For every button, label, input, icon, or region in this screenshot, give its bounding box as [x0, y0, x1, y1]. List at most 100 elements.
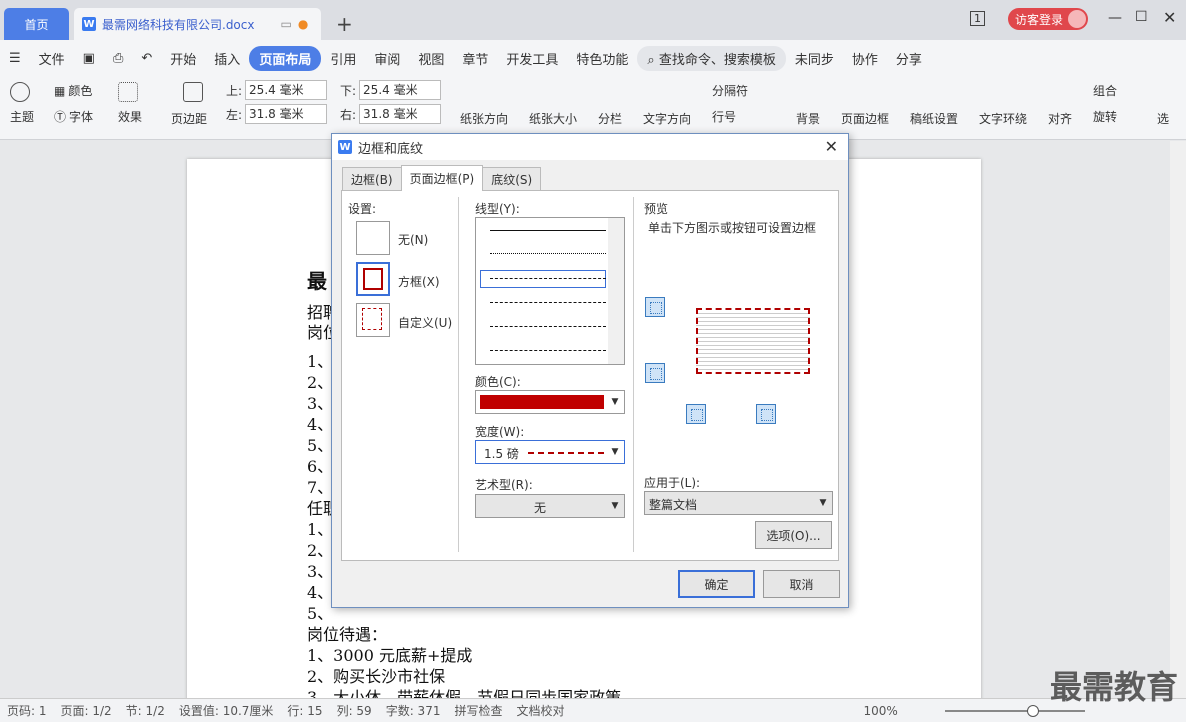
preview-top-border-button[interactable]: [645, 297, 665, 317]
page-border-panel: 设置: 无(N) 方框(X) 自定义(U) 线型(Y): 颜色(C): ▼ 宽度…: [341, 190, 839, 561]
line-style-dash-dot-dot[interactable]: [490, 350, 606, 351]
proofread-button[interactable]: 文档校对: [509, 702, 571, 719]
hamburger-icon[interactable]: ☰: [0, 51, 30, 66]
menu-item-developer[interactable]: 开发工具: [497, 49, 567, 68]
status-word-count[interactable]: 字数: 371: [379, 702, 448, 719]
setting-box-icon[interactable]: [356, 262, 390, 296]
line-style-list[interactable]: [475, 217, 625, 365]
print-icon[interactable]: ⎙: [104, 51, 132, 66]
new-tab-button[interactable]: +: [336, 12, 353, 36]
menu-item-home[interactable]: 开始: [161, 49, 205, 68]
border-preview[interactable]: [696, 308, 810, 374]
align-button[interactable]: 对齐: [1048, 110, 1072, 127]
theme-button[interactable]: 主题: [10, 108, 34, 125]
login-button[interactable]: 访客登录: [1008, 8, 1088, 30]
text-direction-button[interactable]: 文字方向: [643, 110, 691, 127]
line-number-button[interactable]: 行号: [712, 108, 736, 125]
divider: [458, 197, 459, 552]
menu-bar: ☰ 文件 ▣ ⎙ ↶ 开始 插入 页面布局 引用 审阅 视图 章节 开发工具 特…: [0, 40, 1186, 76]
preview-hint: 单击下方图示或按钮可设置边框: [648, 221, 817, 235]
page-indicator[interactable]: 1: [970, 11, 985, 26]
grid-paper-button[interactable]: 稿纸设置: [910, 110, 958, 127]
width-dropdown[interactable]: 1.5 磅 ▼: [475, 440, 625, 464]
save-icon[interactable]: ▣: [74, 51, 104, 66]
tab-shading[interactable]: 底纹(S): [482, 167, 542, 191]
left-margin-input[interactable]: 31.8 毫米: [245, 104, 328, 124]
menu-item-insert[interactable]: 插入: [205, 49, 249, 68]
close-window-button[interactable]: ✕: [1163, 8, 1176, 27]
font-button[interactable]: Ⓣ 字体: [54, 108, 93, 125]
preview-bottom-border-button[interactable]: [645, 363, 665, 383]
preview-right-border-button[interactable]: [756, 404, 776, 424]
cancel-button[interactable]: 取消: [763, 570, 840, 598]
menu-item-view[interactable]: 视图: [409, 49, 453, 68]
setting-custom-icon[interactable]: [356, 303, 390, 337]
top-margin-input[interactable]: 25.4 毫米: [245, 80, 328, 100]
zoom-slider[interactable]: [944, 704, 1085, 717]
line-style-dotted[interactable]: [490, 253, 606, 254]
vertical-scrollbar[interactable]: [1170, 141, 1186, 698]
minimize-button[interactable]: —: [1108, 10, 1122, 26]
top-margin-label: 上:: [226, 83, 243, 98]
line-style-dashed[interactable]: [490, 278, 606, 279]
share-button[interactable]: 分享: [887, 49, 931, 68]
setting-custom-label[interactable]: 自定义(U): [398, 314, 452, 331]
dialog-close-icon[interactable]: ✕: [825, 137, 838, 156]
rotate-button[interactable]: 旋转: [1093, 108, 1117, 125]
menu-item-review[interactable]: 审阅: [365, 49, 409, 68]
color-swatch: [480, 395, 604, 409]
select-button[interactable]: 选: [1157, 110, 1169, 127]
title-bar: 首页 W 最需网络科技有限公司.docx ▭ ● + 1 访客登录 — ☐ ✕: [0, 0, 1186, 40]
spell-check-button[interactable]: 拼写检查: [447, 702, 509, 719]
setting-none-icon[interactable]: [356, 221, 390, 255]
line-style-selected[interactable]: [480, 270, 606, 288]
zoom-slider-handle[interactable]: [1026, 704, 1039, 717]
color-button[interactable]: ▦ 颜色: [54, 82, 92, 99]
tab-borders[interactable]: 边框(B): [342, 167, 402, 191]
maximize-button[interactable]: ☐: [1135, 9, 1148, 25]
menu-file[interactable]: 文件: [30, 49, 74, 68]
right-margin-input[interactable]: 31.8 毫米: [359, 104, 442, 124]
setting-none-label[interactable]: 无(N): [398, 231, 428, 248]
font-icon: Ⓣ: [54, 110, 67, 124]
tab-document[interactable]: W 最需网络科技有限公司.docx ▭ ●: [74, 8, 321, 40]
effect-button[interactable]: 效果: [118, 108, 142, 125]
collaborate-button[interactable]: 协作: [843, 49, 887, 68]
tab-page-border[interactable]: 页面边框(P): [400, 165, 484, 191]
menu-item-page-layout[interactable]: 页面布局: [249, 45, 322, 71]
page-border-button[interactable]: 页面边框: [841, 110, 889, 127]
color-dropdown[interactable]: ▼: [475, 390, 625, 414]
margin-button[interactable]: 页边距: [171, 110, 207, 127]
bottom-margin-input[interactable]: 25.4 毫米: [359, 80, 442, 100]
setting-box-label[interactable]: 方框(X): [398, 273, 440, 290]
art-dropdown[interactable]: 无 ▼: [475, 494, 625, 518]
command-search-label: 查找命令、搜索模板: [658, 52, 776, 68]
line-style-scrollbar[interactable]: [608, 218, 624, 364]
group-button[interactable]: 组合: [1093, 82, 1117, 99]
text-wrap-button[interactable]: 文字环绕: [979, 110, 1027, 127]
zoom-level[interactable]: 100%: [857, 704, 905, 718]
paper-size-button[interactable]: 纸张大小: [529, 110, 577, 127]
tab-home[interactable]: 首页: [4, 8, 69, 40]
login-label: 访客登录: [1015, 12, 1064, 27]
orientation-button[interactable]: 纸张方向: [460, 110, 508, 127]
ok-button[interactable]: 确定: [678, 570, 755, 598]
chevron-down-icon: ▼: [819, 498, 827, 508]
menu-item-references[interactable]: 引用: [321, 49, 365, 68]
columns-button[interactable]: 分栏: [598, 110, 622, 127]
line-style-long-dash[interactable]: [490, 302, 606, 303]
sync-status[interactable]: 未同步: [786, 49, 843, 68]
menu-item-features[interactable]: 特色功能: [567, 49, 637, 68]
options-button[interactable]: 选项(O)...: [755, 521, 832, 549]
status-page-count: 页面: 1/2: [60, 704, 112, 718]
undo-icon[interactable]: ↶: [132, 51, 161, 66]
background-button[interactable]: 背景: [796, 110, 820, 127]
preview-left-border-button[interactable]: [686, 404, 706, 424]
apply-dropdown[interactable]: 整篇文档 ▼: [644, 491, 833, 515]
line-style-label: 线型(Y):: [475, 202, 520, 216]
line-style-solid[interactable]: [490, 230, 606, 231]
command-search[interactable]: ⌕ 查找命令、搜索模板: [637, 45, 786, 71]
menu-item-chapter[interactable]: 章节: [453, 49, 497, 68]
line-style-dash-dot[interactable]: [490, 326, 606, 327]
separator-button[interactable]: 分隔符: [712, 82, 748, 99]
